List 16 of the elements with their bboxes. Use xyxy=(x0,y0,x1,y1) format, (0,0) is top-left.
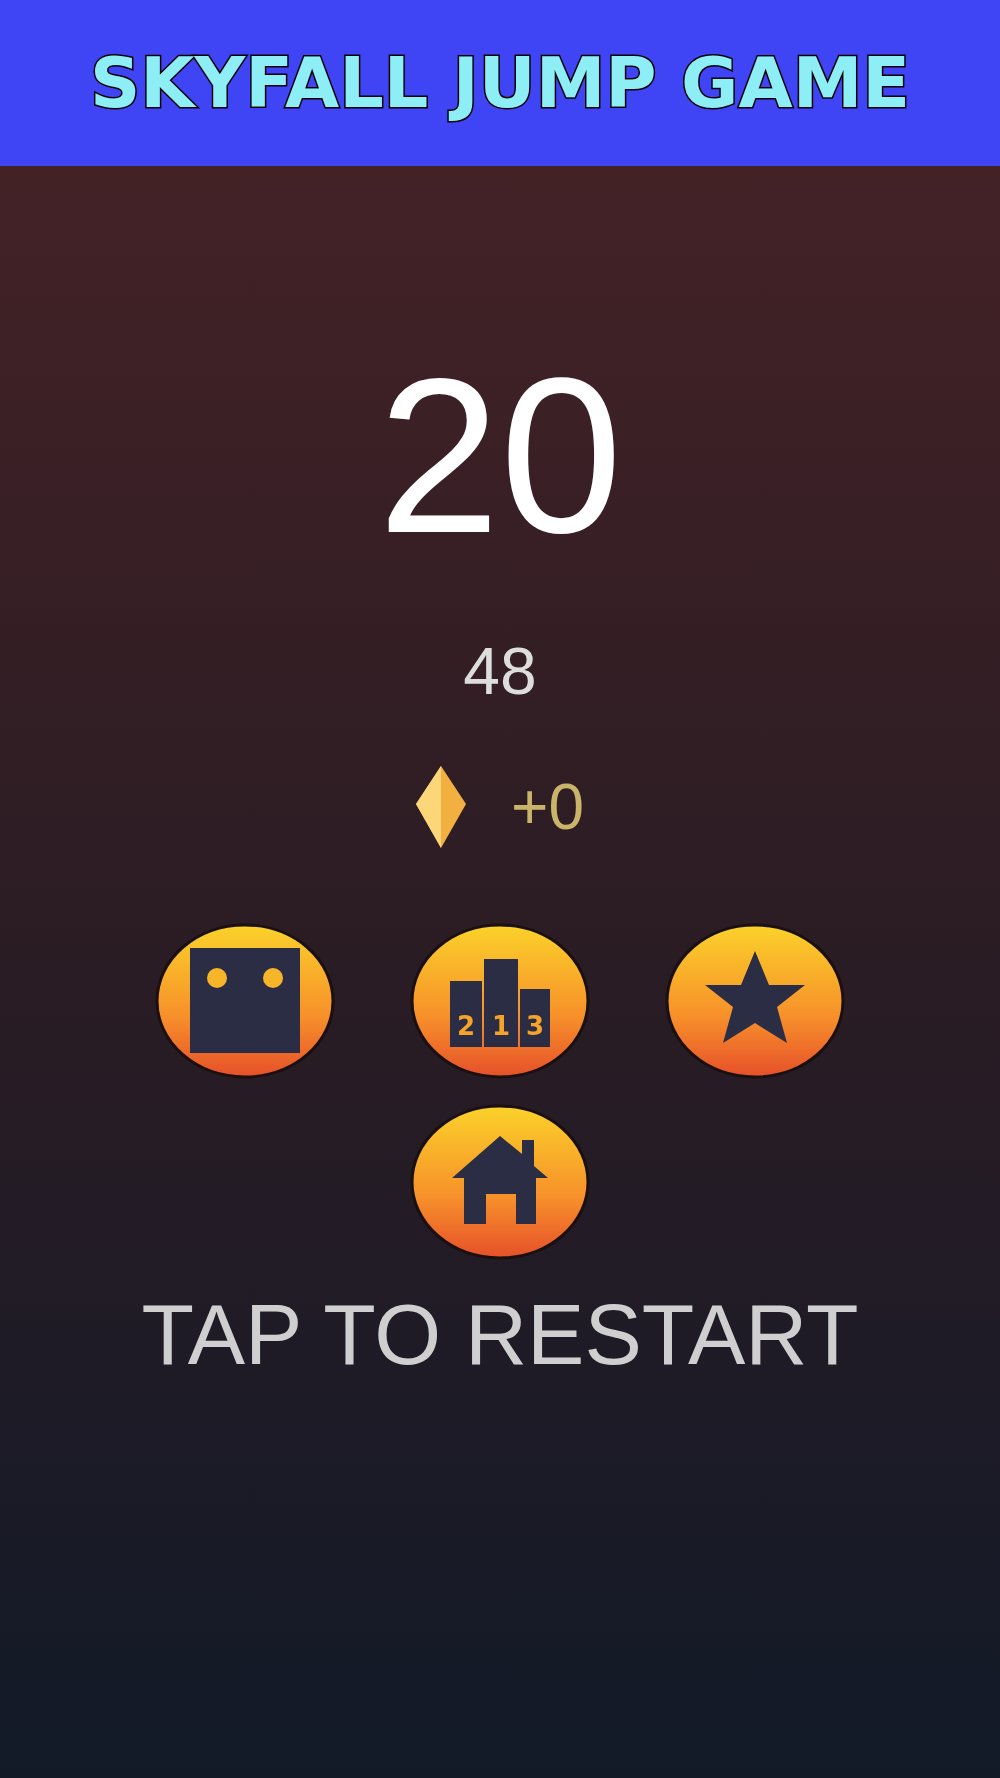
character-icon xyxy=(190,948,300,1053)
gem-icon xyxy=(416,766,466,848)
podium-number: 3 xyxy=(525,1011,545,1041)
gem-count: +0 xyxy=(511,770,584,844)
home-button[interactable] xyxy=(410,1104,590,1260)
score: 20 xyxy=(377,346,623,566)
leaderboard-button[interactable]: 2 1 3 xyxy=(410,923,590,1079)
game-title: SKYFALL JUMP GAME xyxy=(89,42,911,124)
star-icon xyxy=(705,951,805,1043)
home-icon xyxy=(452,1136,548,1224)
character-button[interactable] xyxy=(155,923,335,1079)
restart-prompt: TAP TO RESTART xyxy=(141,1285,859,1384)
podium-number: 1 xyxy=(491,1011,511,1041)
rate-button[interactable] xyxy=(665,923,845,1079)
podium-number: 2 xyxy=(456,1011,476,1041)
best-score: 48 xyxy=(463,636,537,706)
